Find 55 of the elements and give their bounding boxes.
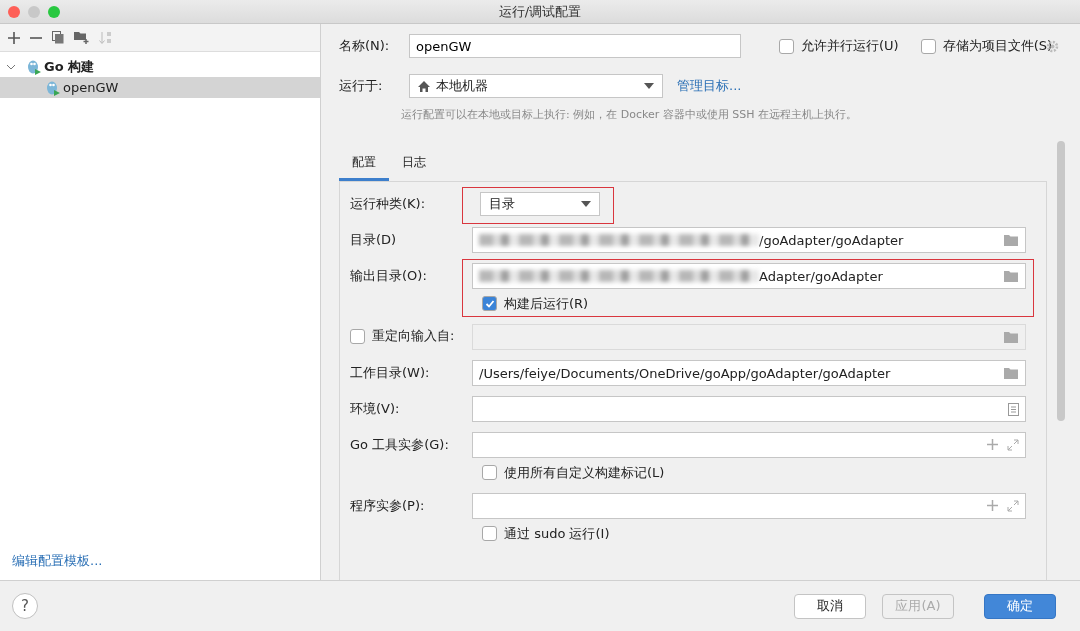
document-icon[interactable] xyxy=(1008,402,1019,416)
field-label: 环境(V): xyxy=(350,400,401,418)
arguments-field[interactable] xyxy=(472,432,1026,458)
tree-item[interactable]: Go 构建 xyxy=(0,56,320,77)
copy-icon[interactable] xyxy=(52,31,64,44)
folder-icon[interactable] xyxy=(1004,367,1019,379)
expand-icon[interactable] xyxy=(1007,500,1019,512)
add-icon[interactable] xyxy=(8,31,20,44)
scrollbar[interactable] xyxy=(1057,141,1065,421)
checkmark-icon xyxy=(484,298,495,309)
help-button[interactable]: ? xyxy=(12,593,38,619)
field-label: 名称(N): xyxy=(339,37,391,55)
expand-icon[interactable] xyxy=(1007,439,1019,451)
path-field[interactable]: /goAdapter/goAdapter xyxy=(472,227,1026,253)
new-folder-icon[interactable] xyxy=(74,31,89,44)
edit-templates-link[interactable]: 编辑配置模板... xyxy=(12,553,103,568)
path-field[interactable]: Adapter/goAdapter xyxy=(472,263,1026,289)
field-label: 目录(D) xyxy=(350,231,398,249)
checkbox[interactable]: 通过 sudo 运行(I) xyxy=(482,524,610,543)
hint-text: 运行配置可以在本地或目标上执行: 例如，在 Docker 容器中或使用 SSH 在远程主机上执行。 xyxy=(401,107,858,122)
folder-icon[interactable] xyxy=(1004,270,1019,282)
tab[interactable]: 日志 xyxy=(389,150,439,181)
checkbox[interactable]: 存储为项目文件(S) xyxy=(920,37,1053,55)
target-dropdown[interactable]: 本地机器 xyxy=(409,74,663,98)
caret-icon xyxy=(644,83,654,89)
environment-field[interactable] xyxy=(472,396,1026,422)
arguments-field[interactable] xyxy=(472,493,1026,519)
tab[interactable]: 配置 xyxy=(339,150,389,181)
gopher-run-icon xyxy=(27,58,41,75)
tree-item[interactable]: openGW xyxy=(0,77,320,98)
field-label: 程序实参(P): xyxy=(350,497,426,515)
sort-icon xyxy=(99,30,113,45)
dialog-button[interactable]: 取消 xyxy=(794,593,866,619)
name-field[interactable]: openGW xyxy=(409,34,741,58)
zoom-button[interactable] xyxy=(48,5,60,18)
home-icon xyxy=(418,80,430,92)
checkbox[interactable]: 构建后运行(R) xyxy=(482,294,589,313)
checkbox[interactable]: 使用所有自定义构建标记(L) xyxy=(482,463,665,482)
gopher-run-icon xyxy=(46,79,60,96)
field-label: Go 工具实参(G): xyxy=(350,436,450,454)
minimize-button[interactable] xyxy=(28,5,40,18)
folder-icon[interactable] xyxy=(1004,234,1019,246)
close-button[interactable] xyxy=(8,5,20,18)
field-label: 运行于: xyxy=(339,77,384,95)
dialog-button[interactable]: 确定 xyxy=(984,593,1056,619)
chevron-icon[interactable] xyxy=(6,62,16,71)
field-label: 运行种类(K): xyxy=(350,195,427,213)
field-label: 输出目录(O): xyxy=(350,267,428,285)
manage-targets-link[interactable]: 管理目标... xyxy=(677,77,742,95)
checkbox[interactable]: 允许并行运行(U) xyxy=(779,37,899,55)
type-dropdown[interactable]: 目录 xyxy=(480,192,600,216)
window-title: 运行/调试配置 xyxy=(498,2,582,21)
caret-icon xyxy=(581,201,591,207)
path-field[interactable]: /Users/feiye/Documents/OneDrive/goApp/goAdapter/goAdapter xyxy=(472,360,1026,386)
field-label: 工作目录(W): xyxy=(350,364,431,382)
